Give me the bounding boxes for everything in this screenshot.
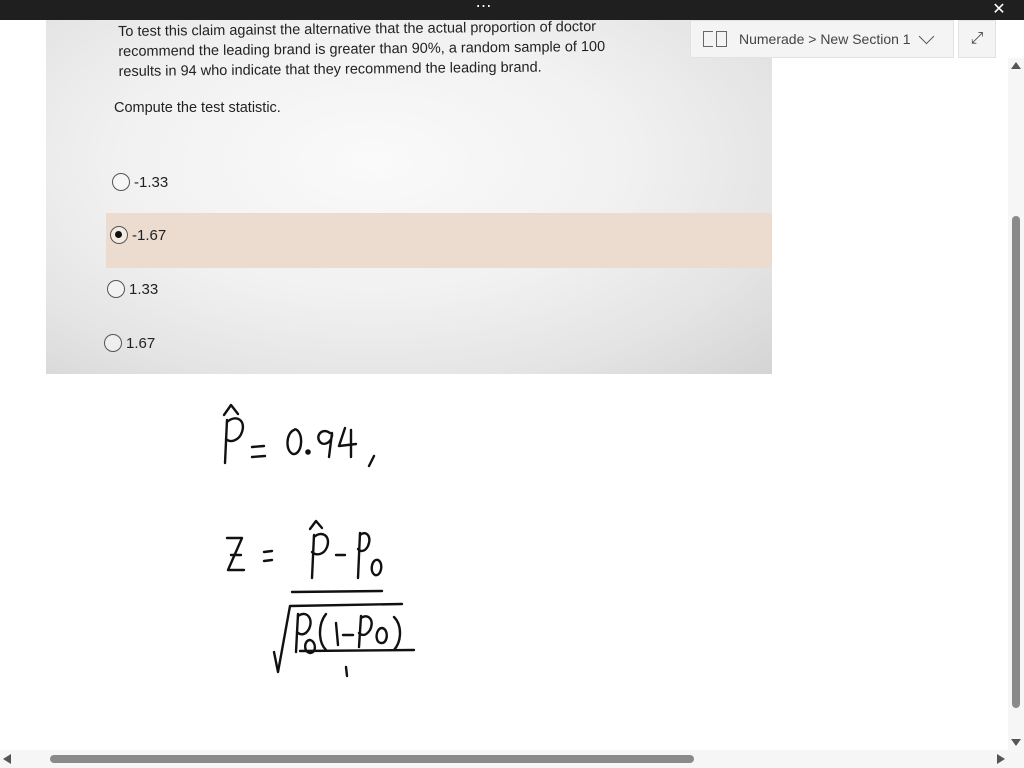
chevron-down-icon[interactable] — [918, 28, 934, 44]
notebook-location-selector[interactable]: Numerade > New Section 1 — [690, 20, 954, 58]
radio-button-icon[interactable] — [107, 280, 125, 298]
radio-button-selected-icon[interactable] — [110, 226, 128, 244]
answer-option-1[interactable]: -1.33 — [112, 173, 168, 191]
vertical-scrollbar[interactable] — [1008, 58, 1024, 750]
answer-option-4[interactable]: 1.67 — [104, 334, 155, 352]
question-text: To test this claim against the alternati… — [118, 20, 769, 82]
answer-option-3[interactable]: 1.33 — [107, 280, 158, 298]
scrollbar-corner — [1008, 750, 1024, 768]
question-prompt: Compute the test statistic. — [114, 100, 281, 116]
radio-button-icon[interactable] — [104, 334, 122, 352]
expand-icon[interactable]: ⤢ — [958, 20, 996, 58]
scroll-left-icon[interactable] — [3, 754, 11, 764]
radio-button-icon[interactable] — [112, 173, 130, 191]
answer-option-label: 1.33 — [129, 280, 159, 298]
window-title-bar: ⋯ ✕ — [0, 0, 1024, 20]
selected-answer-highlight — [106, 213, 772, 268]
scroll-right-icon[interactable] — [997, 754, 1005, 764]
close-icon[interactable]: ✕ — [990, 1, 1008, 19]
scroll-up-icon[interactable] — [1011, 62, 1021, 69]
answer-option-label: -1.33 — [134, 173, 169, 191]
handwriting-line-2 — [225, 519, 416, 678]
horizontal-scroll-thumb[interactable] — [50, 755, 694, 763]
answer-option-label: 1.67 — [126, 334, 156, 352]
notebook-icon — [703, 31, 727, 47]
horizontal-scrollbar[interactable] — [0, 750, 1008, 768]
answer-option-2[interactable]: -1.67 — [110, 226, 166, 244]
scroll-down-icon[interactable] — [1011, 739, 1021, 746]
ellipsis-icon[interactable]: ⋯ — [474, 0, 494, 20]
question-photo: To test this claim against the alternati… — [46, 20, 772, 374]
answer-option-label: -1.67 — [132, 226, 167, 244]
vertical-scroll-thumb[interactable] — [1012, 216, 1020, 708]
notebook-location-label: Numerade > New Section 1 — [739, 31, 911, 47]
handwriting-line-1 — [222, 403, 376, 468]
